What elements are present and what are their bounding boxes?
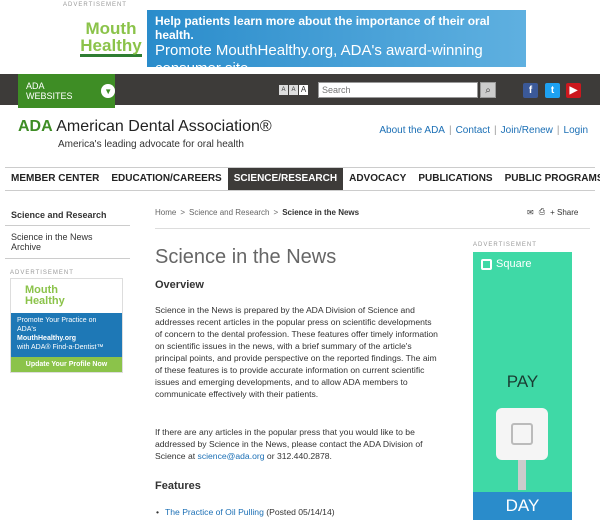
header-links: About the ADA | Contact | Join/Renew | L…: [379, 125, 588, 136]
youtube-icon[interactable]: ▶: [566, 83, 581, 98]
content-divider: [155, 228, 590, 229]
search-icon[interactable]: ⌕: [480, 82, 496, 98]
logo-line2: Healthy: [80, 36, 142, 57]
ad-day-text: DAY: [473, 492, 572, 520]
share-button[interactable]: + Share: [550, 208, 578, 217]
left-sidebar-ad[interactable]: Mouth Healthy Promote Your Practice on A…: [10, 278, 123, 373]
logo-name: American Dental Association®: [56, 118, 272, 135]
square-brand: Square: [481, 258, 531, 270]
banner-line1: Help patients learn more about the impor…: [155, 14, 490, 42]
nav-member-center[interactable]: MEMBER CENTER: [5, 168, 105, 190]
print-icon[interactable]: ⎙: [539, 207, 545, 217]
card-reader-image: [496, 408, 548, 460]
top-banner-ad[interactable]: Mouth Healthy Help patients learn more a…: [75, 10, 526, 77]
sidebar-title[interactable]: Science and Research: [5, 205, 130, 226]
card-reader-plug: [518, 460, 526, 490]
right-ad-label: ADVERTISEMENT: [473, 242, 537, 248]
features-heading: Features: [155, 480, 201, 492]
main-nav: MEMBER CENTER EDUCATION/CAREERS SCIENCE/…: [5, 167, 600, 191]
square-logo-icon: [481, 258, 492, 270]
update-profile-button[interactable]: Update Your Profile Now: [11, 357, 122, 372]
nav-education-careers[interactable]: EDUCATION/CAREERS: [105, 168, 227, 190]
sidebar: Science and Research Science in the News…: [5, 205, 130, 259]
feature-link[interactable]: The Practice of Oil Pulling: [165, 507, 264, 517]
text-size-large[interactable]: A: [299, 85, 308, 95]
overview-text: Science in the News is prepared by the A…: [155, 305, 438, 399]
logo-line1: Mouth: [85, 19, 137, 38]
text-size-small[interactable]: A: [279, 85, 288, 95]
contact-text-after: or 312.440.2878.: [264, 451, 332, 461]
ad-pay-text: PAY: [506, 372, 539, 391]
mouthhealthy-logo: Mouth Healthy: [11, 279, 122, 313]
banner-line2: Promote MouthHealthy.org, ADA's award-wi…: [155, 42, 483, 77]
join-renew-link[interactable]: Join/Renew: [501, 125, 553, 136]
mouthhealthy-logo: Mouth Healthy: [75, 10, 147, 67]
breadcrumb-home[interactable]: Home: [155, 208, 176, 217]
twitter-icon[interactable]: t: [545, 83, 560, 98]
contact-text: If there are any articles in the popular…: [155, 426, 440, 462]
overview-heading: Overview: [155, 279, 204, 291]
email-link[interactable]: science@ada.org: [198, 451, 265, 461]
square-brand-name: Square: [496, 258, 532, 270]
nav-advocacy[interactable]: ADVOCACY: [343, 168, 412, 190]
divider: |: [556, 125, 560, 136]
chevron-down-icon: ▼: [101, 84, 115, 98]
text-size-controls: A A A: [279, 85, 308, 95]
nav-publications[interactable]: PUBLICATIONS: [412, 168, 498, 190]
left-ad-label: ADVERTISEMENT: [10, 270, 74, 276]
utility-bar: ADA WEBSITES ▼ A A A ⌕ f t ▶: [0, 74, 600, 108]
divider: |: [494, 125, 497, 136]
breadcrumb: Home > Science and Research > Science in…: [155, 208, 359, 217]
feature-date: (Posted 05/14/14): [263, 507, 335, 517]
page-tools: ✉ ⎙ + Share: [527, 207, 578, 217]
breadcrumb-separator: >: [180, 208, 186, 217]
search-input[interactable]: [318, 82, 478, 98]
ad-body-line2: MouthHealthy.org: [17, 335, 76, 342]
share-label: Share: [557, 207, 579, 217]
banner-text: Help patients learn more about the impor…: [147, 10, 526, 77]
login-link[interactable]: Login: [564, 125, 588, 136]
tagline: America's leading advocate for oral heal…: [58, 139, 244, 150]
list-item: The Practice of Oil Pulling (Posted 05/1…: [156, 507, 335, 517]
right-sidebar-ad[interactable]: Square PAY DAY: [473, 252, 572, 520]
email-icon[interactable]: ✉: [527, 208, 534, 217]
page-title: Science in the News: [155, 246, 337, 268]
nav-public-programs[interactable]: PUBLIC PROGRAMS: [499, 168, 600, 190]
sidebar-item-archive[interactable]: Science in the News Archive: [5, 226, 130, 259]
breadcrumb-current: Science in the News: [282, 208, 360, 217]
ada-websites-label: ADA WEBSITES: [26, 81, 73, 101]
top-ad-label: ADVERTISEMENT: [63, 2, 127, 8]
text-size-medium[interactable]: A: [289, 85, 298, 95]
facebook-icon[interactable]: f: [523, 83, 538, 98]
breadcrumb-separator: >: [273, 208, 279, 217]
nav-science-research[interactable]: SCIENCE/RESEARCH: [227, 168, 344, 190]
ad-body: Promote Your Practice on ADA's MouthHeal…: [11, 313, 122, 357]
ada-logo[interactable]: ADA American Dental Association®: [18, 118, 272, 136]
logo-short: ADA: [18, 118, 53, 135]
breadcrumb-science[interactable]: Science and Research: [189, 208, 270, 217]
site-header: ADA American Dental Association® America…: [18, 118, 588, 158]
logo-line2: Healthy: [25, 295, 65, 307]
ad-body-line3: with ADA® Find-a-Dentist™: [17, 344, 104, 351]
plus-icon: +: [550, 207, 555, 217]
contact-link[interactable]: Contact: [456, 125, 490, 136]
ad-body-line1: Promote Your Practice on ADA's: [17, 317, 97, 333]
ada-websites-dropdown[interactable]: ADA WEBSITES ▼: [18, 74, 115, 108]
divider: |: [448, 125, 452, 136]
about-link[interactable]: About the ADA: [379, 125, 445, 136]
